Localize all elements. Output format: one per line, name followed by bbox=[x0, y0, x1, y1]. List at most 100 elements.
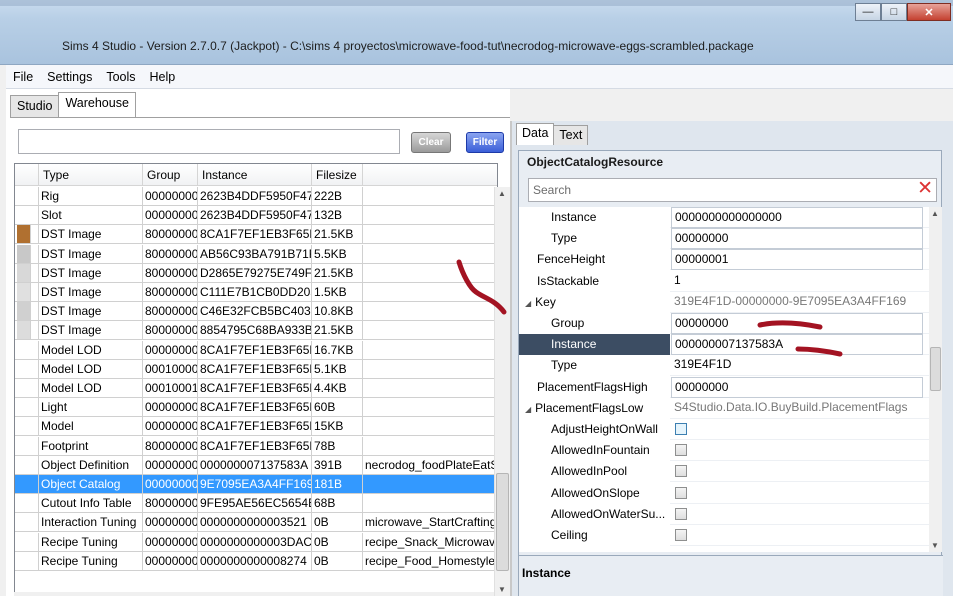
property-row[interactable]: AdjustHeightOnWall bbox=[519, 419, 929, 440]
cell-name bbox=[363, 264, 497, 283]
cell-group: 00000000 bbox=[143, 417, 198, 437]
scroll-up-icon[interactable]: ▲ bbox=[931, 209, 939, 218]
row-icon-cell bbox=[15, 532, 39, 552]
cell-type: Slot bbox=[39, 206, 143, 226]
property-checkbox[interactable] bbox=[675, 486, 687, 499]
property-name-text: IsStackable bbox=[537, 273, 600, 288]
grid-scrollbar[interactable]: ▲ ▼ bbox=[494, 187, 510, 596]
grid-horizontal-scrollbar[interactable] bbox=[14, 592, 494, 596]
property-search-input[interactable]: Search ✕ bbox=[528, 178, 937, 202]
tab-warehouse[interactable]: Warehouse bbox=[58, 92, 136, 117]
menu-file[interactable]: File bbox=[6, 70, 40, 84]
description-title: Instance bbox=[522, 566, 571, 580]
header-instance[interactable]: Instance bbox=[198, 164, 312, 186]
table-row[interactable]: Interaction Tuning 00000000 00000000000035… bbox=[15, 513, 497, 533]
header-type[interactable]: Type bbox=[39, 164, 143, 186]
close-icon[interactable]: ✕ bbox=[907, 3, 951, 21]
table-row[interactable]: Object Definition 00000000 000000007137583… bbox=[15, 455, 497, 475]
table-row[interactable]: Rig 00000000 2623B4DDF5950F47 222B bbox=[15, 187, 497, 206]
property-row[interactable]: Instance 0000000000000000 bbox=[519, 207, 929, 228]
collapse-icon[interactable]: ◢ bbox=[525, 293, 531, 313]
menu-help[interactable]: Help bbox=[143, 70, 183, 84]
cell-type: DST Image bbox=[39, 283, 143, 302]
property-row[interactable]: Type 319E4F1D bbox=[519, 355, 929, 377]
cell-type: Model LOD bbox=[39, 340, 143, 360]
table-row[interactable]: DST Image 80000000 8CA1F7EF1EB3F65D 21.5KB bbox=[15, 225, 497, 245]
property-value[interactable]: 00000000 bbox=[671, 313, 923, 334]
cell-name: microwave_StartCrafting bbox=[363, 513, 497, 533]
table-row[interactable]: Recipe Tuning 00000000 0000000000003DAC 0B r… bbox=[15, 532, 497, 552]
property-value[interactable]: 0000000000000000 bbox=[671, 207, 923, 228]
property-checkbox[interactable] bbox=[675, 423, 687, 435]
scroll-down-icon[interactable]: ▼ bbox=[498, 585, 506, 594]
property-row[interactable]: Ceiling bbox=[519, 525, 929, 546]
table-row[interactable]: Model LOD 00010000 8CA1F7EF1EB3F65D 5.1KB bbox=[15, 359, 497, 379]
cell-filesize: 0B bbox=[312, 551, 363, 571]
table-row[interactable]: DST Image 80000000 C46E32FCB5BC403B 10.8KB bbox=[15, 302, 497, 322]
property-value[interactable]: 00000001 bbox=[671, 249, 923, 271]
property-value[interactable]: 00000000 bbox=[671, 228, 923, 250]
cell-group: 00000000 bbox=[143, 532, 198, 552]
property-row[interactable]: AllowedOnSlope bbox=[519, 482, 929, 504]
tab-text[interactable]: Text bbox=[553, 125, 589, 145]
cell-name bbox=[363, 494, 497, 514]
table-row[interactable]: Model LOD 00000000 8CA1F7EF1EB3F65D 16.7KB bbox=[15, 340, 497, 360]
table-row[interactable]: Light 00000000 8CA1F7EF1EB3F65D 60B bbox=[15, 398, 497, 418]
property-row[interactable]: Type 00000000 bbox=[519, 228, 929, 250]
property-row[interactable]: Group 00000000 bbox=[519, 313, 929, 334]
minimize-icon[interactable]: — bbox=[855, 3, 881, 21]
table-row[interactable]: DST Image 80000000 C111E7B1CB0DD205 1.5KB bbox=[15, 283, 497, 302]
header-group[interactable]: Group bbox=[143, 164, 198, 186]
table-row[interactable]: DST Image 80000000 D2865E79275E749F 21.5KB bbox=[15, 263, 497, 283]
property-name: AllowedOnSlope bbox=[519, 482, 670, 504]
table-row[interactable]: Footprint 80000000 8CA1F7EF1EB3F65D 78B bbox=[15, 436, 497, 456]
menu-tools[interactable]: Tools bbox=[99, 70, 142, 84]
property-value: 319E4F1D-00000000-9E7095EA3A4FF169 bbox=[674, 293, 907, 308]
scroll-thumb[interactable] bbox=[496, 473, 509, 571]
scroll-down-icon[interactable]: ▼ bbox=[931, 541, 939, 550]
cell-instance: AB56C93BA791B71F bbox=[198, 244, 312, 264]
menu-settings[interactable]: Settings bbox=[40, 70, 99, 84]
property-row[interactable]: IsStackable 1 bbox=[519, 270, 929, 292]
property-checkbox[interactable] bbox=[675, 507, 687, 520]
table-row[interactable]: Model 00000000 8CA1F7EF1EB3F65D 15KB bbox=[15, 417, 497, 437]
clear-button[interactable]: Clear bbox=[411, 132, 451, 153]
search-input[interactable] bbox=[18, 129, 400, 154]
table-row[interactable]: Model LOD 00010001 8CA1F7EF1EB3F65D 4.4KB bbox=[15, 379, 497, 398]
property-row[interactable]: AllowedOnWaterSu... bbox=[519, 503, 929, 525]
maximize-icon[interactable]: □ bbox=[881, 3, 907, 21]
property-value[interactable]: 00000000 bbox=[671, 376, 923, 398]
property-scrollbar[interactable]: ▲ ▼ bbox=[929, 207, 942, 552]
table-row[interactable]: DST Image 80000000 8854795C68BA933B 21.5KB bbox=[15, 321, 497, 341]
filter-button[interactable]: Filter bbox=[466, 132, 504, 153]
tab-studio[interactable]: Studio bbox=[10, 95, 60, 117]
property-row[interactable]: Instance 000000007137583A bbox=[519, 334, 929, 356]
property-checkbox[interactable] bbox=[675, 529, 687, 541]
property-value[interactable]: 000000007137583A bbox=[671, 334, 923, 356]
clear-search-icon[interactable]: ✕ bbox=[917, 178, 933, 200]
scroll-thumb[interactable] bbox=[930, 347, 941, 391]
property-row[interactable]: FenceHeight 00000001 bbox=[519, 249, 929, 271]
table-row[interactable]: Recipe Tuning 00000000 0000000000008274 0B r… bbox=[15, 551, 497, 571]
property-row[interactable]: ◢ Key 319E4F1D-00000000-9E7095EA3A4FF169 bbox=[519, 291, 929, 313]
header-filesize[interactable]: Filesize bbox=[312, 164, 363, 186]
property-row[interactable]: AllowedInFountain bbox=[519, 440, 929, 462]
cell-filesize: 5.1KB bbox=[312, 359, 363, 379]
tab-data[interactable]: Data bbox=[516, 123, 555, 145]
table-row[interactable]: Slot 00000000 2623B4DDF5950F47 132B bbox=[15, 206, 497, 226]
table-row[interactable]: DST Image 80000000 AB56C93BA791B71F 5.5KB bbox=[15, 244, 497, 264]
property-name: AllowedInFountain bbox=[519, 440, 670, 462]
collapse-icon[interactable]: ◢ bbox=[525, 399, 531, 419]
table-row[interactable]: Cutout Info Table 80000000 9FE95AE56EC5654… bbox=[15, 494, 497, 514]
property-row[interactable]: PlacementFlagsHigh 00000000 bbox=[519, 376, 929, 398]
cell-type: Rig bbox=[39, 187, 143, 206]
property-checkbox[interactable] bbox=[675, 444, 687, 457]
property-checkbox[interactable] bbox=[675, 465, 687, 478]
property-row[interactable]: AllowedInPool bbox=[519, 461, 929, 483]
property-name-text: Instance bbox=[551, 210, 597, 224]
table-row[interactable]: Object Catalog 00000000 9E7095EA3A4FF169 18… bbox=[15, 475, 497, 494]
scroll-up-icon[interactable]: ▲ bbox=[498, 189, 506, 198]
property-row[interactable]: ◢ PlacementFlagsLow S4Studio.Data.IO.BuyBu… bbox=[519, 397, 929, 419]
cell-name bbox=[363, 245, 497, 264]
header-name[interactable] bbox=[363, 164, 497, 186]
